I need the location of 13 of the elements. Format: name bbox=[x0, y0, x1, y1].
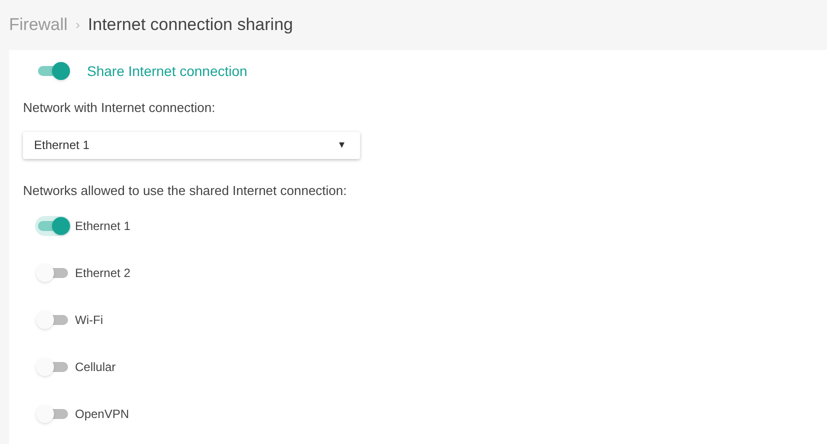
network-dropdown[interactable]: Ethernet 1 ▾ bbox=[23, 132, 360, 158]
toggle-label: Ethernet 2 bbox=[75, 265, 130, 282]
caret-icon: ▾ bbox=[339, 136, 345, 154]
page-title: Internet connection sharing bbox=[88, 14, 293, 36]
toggle-label: OpenVPN bbox=[75, 406, 130, 423]
toggle-label: Ethernet 1 bbox=[75, 218, 130, 235]
breadcrumb-separator: › bbox=[76, 16, 80, 34]
field-label: Network with Internet connection: bbox=[23, 99, 216, 117]
toggle-label: Wi-Fi bbox=[75, 312, 103, 329]
toggle-label: Share Internet connection bbox=[87, 62, 248, 80]
toggle-label: Cellular bbox=[75, 359, 116, 376]
toggle-switch[interactable] bbox=[35, 216, 71, 236]
field-label: Networks allowed to use the shared Internet connection: bbox=[23, 182, 348, 200]
